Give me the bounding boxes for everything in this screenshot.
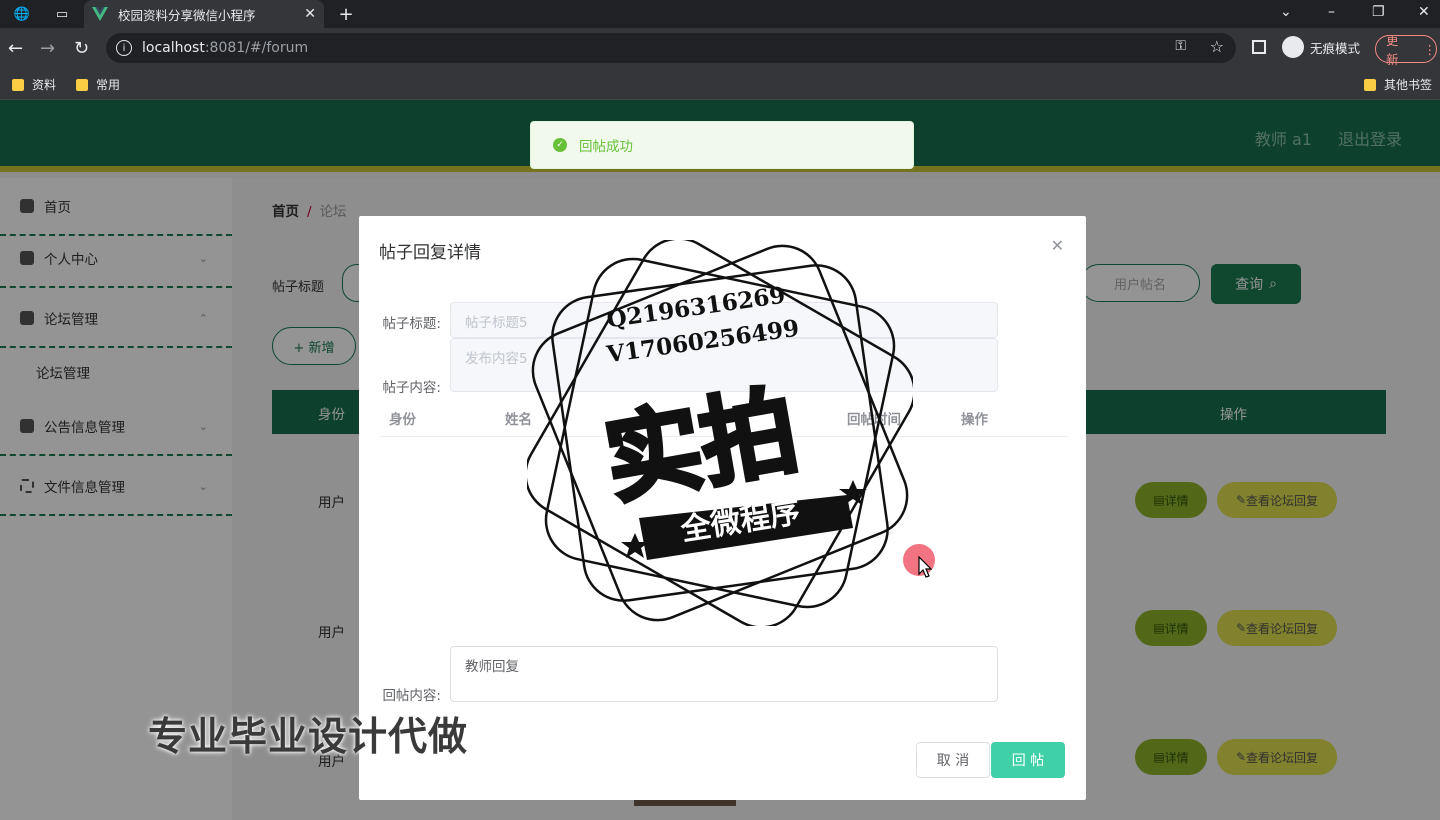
site-info-icon[interactable]: i: [116, 40, 132, 56]
forward-icon[interactable]: →: [40, 38, 55, 59]
address-row: ← → ↻ i localhost:8081/#/forum ⚿ ☆ 无痕模式 …: [0, 28, 1440, 70]
browser-tab[interactable]: 校园资料分享微信小程序 ✕: [84, 0, 324, 28]
bookmark-star-icon[interactable]: ☆: [1210, 37, 1224, 56]
success-toast: ✓ 回帖成功: [530, 121, 914, 169]
url-path: :8081/#/forum: [204, 40, 309, 56]
bookmark-folder-1[interactable]: 常用: [76, 76, 120, 93]
folder-icon: [1364, 78, 1376, 91]
promo-caption: 专业毕业设计代做: [148, 715, 469, 760]
update-label: 更新: [1386, 33, 1399, 67]
window-close-icon[interactable]: ✕: [1418, 4, 1430, 20]
incognito-indicator[interactable]: 无痕模式: [1282, 36, 1360, 58]
bookmark-folder-0[interactable]: 资料: [12, 76, 56, 93]
restore-icon[interactable]: ❐: [1372, 4, 1385, 20]
incognito-label: 无痕模式: [1310, 40, 1361, 56]
other-bookmarks[interactable]: 其他书签: [1364, 76, 1432, 93]
bookmarks-bar: 资料 常用 其他书签: [0, 70, 1440, 100]
dialog-title: 帖子回复详情: [379, 243, 481, 263]
toast-message: 回帖成功: [579, 139, 633, 155]
vue-logo-icon: [92, 7, 108, 21]
post-title-label: 帖子标题:: [382, 316, 441, 332]
tab-title: 校园资料分享微信小程序: [118, 7, 256, 23]
incognito-icon: [1282, 36, 1304, 58]
minimize-icon[interactable]: –: [1328, 4, 1335, 20]
sidepanel-icon[interactable]: [1252, 40, 1266, 54]
address-bar[interactable]: i localhost:8081/#/forum ⚿ ☆: [106, 33, 1236, 63]
back-icon[interactable]: ←: [8, 38, 23, 59]
new-tab-icon[interactable]: +: [338, 4, 354, 25]
tab-bar: 🌐 ▭ 校园资料分享微信小程序 ✕ + ⌄ – ❐ ✕: [0, 0, 1440, 28]
globe-icon[interactable]: 🌐: [14, 6, 30, 22]
key-icon[interactable]: ⚿: [1175, 38, 1186, 54]
tab-search-icon[interactable]: ▭: [54, 6, 70, 22]
update-button[interactable]: 更新 ⋮: [1375, 33, 1437, 67]
tab-list-chevron-icon[interactable]: ⌄: [1280, 4, 1292, 20]
reply-content-label: 回帖内容:: [382, 688, 441, 704]
reload-icon[interactable]: ↻: [74, 38, 89, 59]
sub-column-action: 操作: [961, 412, 988, 428]
cancel-button[interactable]: 取 消: [916, 742, 990, 778]
tab-close-icon[interactable]: ✕: [304, 6, 316, 22]
folder-icon: [76, 78, 88, 91]
check-circle-icon: ✓: [553, 138, 567, 152]
browser-chrome: 🌐 ▭ 校园资料分享微信小程序 ✕ + ⌄ – ❐ ✕ ← → ↻ i loca…: [0, 0, 1440, 100]
menu-dots-icon: ⋮: [1423, 41, 1437, 57]
post-content-label: 帖子内容:: [382, 380, 441, 396]
url-host: localhost: [142, 40, 205, 56]
submit-reply-button[interactable]: 回 帖: [991, 742, 1065, 778]
sub-column-identity: 身份: [389, 412, 416, 428]
folder-icon: [12, 78, 24, 91]
close-icon[interactable]: ✕: [1051, 236, 1064, 255]
reply-content-textarea[interactable]: 教师回复: [450, 646, 998, 702]
mouse-pointer-icon: [918, 556, 932, 578]
